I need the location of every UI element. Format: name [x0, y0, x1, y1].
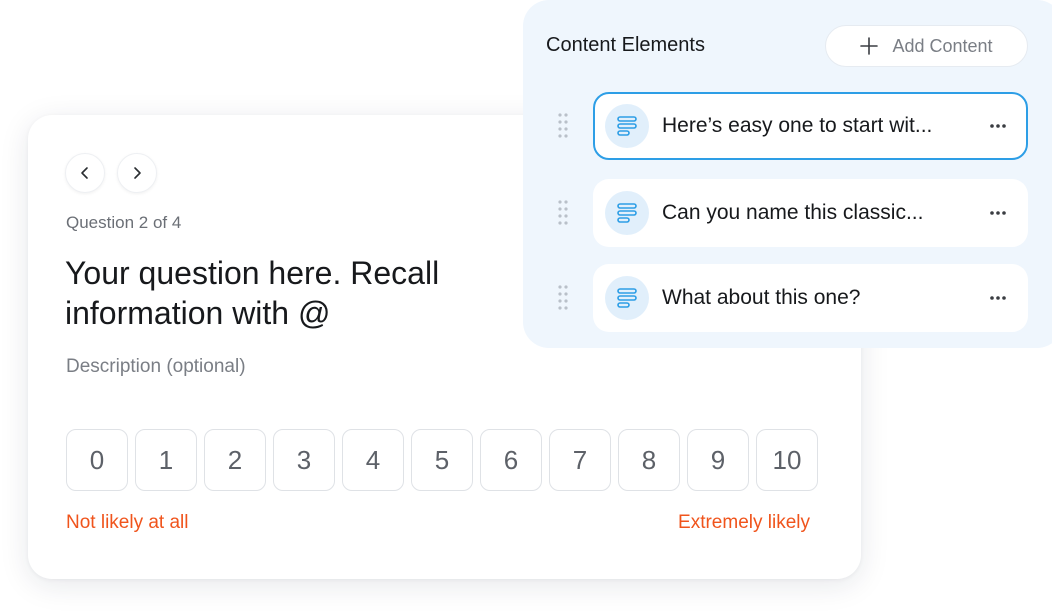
scale-option-2[interactable]: 2 — [204, 429, 266, 491]
chevron-right-icon — [134, 167, 141, 179]
more-options-icon[interactable] — [986, 201, 1010, 225]
content-item: What about this one? — [523, 264, 1052, 332]
question-title[interactable]: Your question here. Recall information w… — [65, 253, 535, 333]
chevron-left-icon — [81, 167, 88, 179]
content-item-card-1[interactable]: Here’s easy one to start wit... — [593, 92, 1028, 160]
content-item-label: What about this one? — [662, 286, 861, 309]
scale-option-7[interactable]: 7 — [549, 429, 611, 491]
scale-option-10[interactable]: 10 — [756, 429, 818, 491]
content-item: Here’s easy one to start wit... — [523, 92, 1052, 160]
scale-option-0[interactable]: 0 — [66, 429, 128, 491]
next-question-button[interactable] — [117, 153, 157, 193]
previous-question-button[interactable] — [65, 153, 105, 193]
add-content-label: Add Content — [892, 35, 993, 56]
content-item: Can you name this classic... — [523, 179, 1052, 247]
text-lines-icon — [605, 191, 649, 235]
content-item-label: Here’s easy one to start wit... — [662, 114, 933, 137]
scale-option-4[interactable]: 4 — [342, 429, 404, 491]
scale-option-1[interactable]: 1 — [135, 429, 197, 491]
scale-option-9[interactable]: 9 — [687, 429, 749, 491]
content-item-card-2[interactable]: Can you name this classic... — [593, 179, 1028, 247]
drag-handle-icon[interactable] — [557, 112, 569, 138]
text-lines-icon — [605, 276, 649, 320]
scale-option-8[interactable]: 8 — [618, 429, 680, 491]
rating-scale: 0 1 2 3 4 5 6 7 8 9 10 — [66, 429, 818, 491]
more-options-icon[interactable] — [986, 114, 1010, 138]
drag-handle-icon[interactable] — [557, 284, 569, 310]
scale-option-5[interactable]: 5 — [411, 429, 473, 491]
scale-option-6[interactable]: 6 — [480, 429, 542, 491]
panel-title: Content Elements — [546, 34, 705, 56]
question-description[interactable]: Description (optional) — [66, 356, 246, 378]
more-options-icon[interactable] — [986, 286, 1010, 310]
content-item-label: Can you name this classic... — [662, 201, 924, 224]
scale-option-3[interactable]: 3 — [273, 429, 335, 491]
content-item-card-3[interactable]: What about this one? — [593, 264, 1028, 332]
scale-high-label: Extremely likely — [678, 512, 810, 533]
content-elements-panel: Content Elements Add Content Here’s easy… — [523, 0, 1052, 348]
scale-low-label: Not likely at all — [66, 512, 189, 533]
question-counter: Question 2 of 4 — [66, 213, 182, 232]
text-lines-icon — [605, 104, 649, 148]
add-content-button[interactable]: Add Content — [825, 25, 1028, 67]
drag-handle-icon[interactable] — [557, 199, 569, 225]
plus-icon — [860, 37, 879, 55]
